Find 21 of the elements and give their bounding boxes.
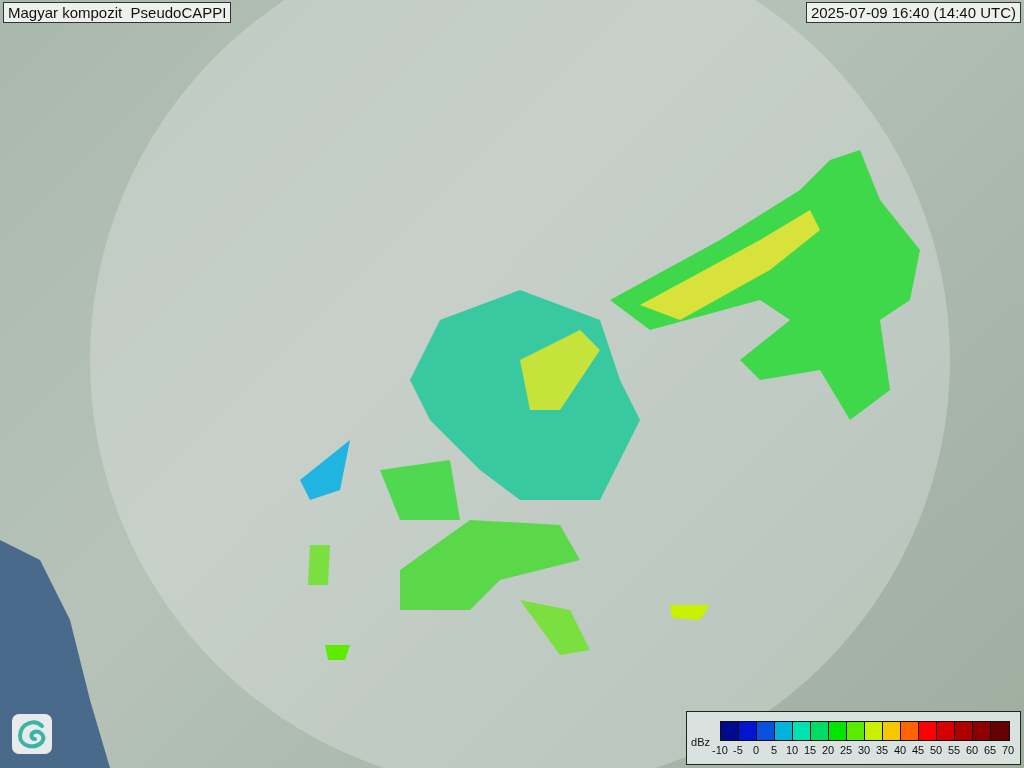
- tick-label: 70: [1000, 743, 1016, 756]
- tick-label: 35: [874, 743, 890, 756]
- tick-label: 60: [964, 743, 980, 756]
- tick-label: 15: [802, 743, 818, 756]
- tick-label: -10: [711, 743, 729, 756]
- tick-label: -5: [732, 743, 744, 756]
- timestamp: 2025-07-09 16:40 (14:40 UTC): [805, 2, 1021, 23]
- tick-label: 30: [856, 743, 872, 756]
- legend-unit: dBz: [691, 736, 710, 748]
- tick-label: 65: [982, 743, 998, 756]
- tick-label: 55: [946, 743, 962, 756]
- tick-label: 0: [751, 743, 761, 756]
- tick-label: 10: [784, 743, 800, 756]
- tick-label: 25: [838, 743, 854, 756]
- tick-label: 40: [892, 743, 908, 756]
- tick-label: 20: [820, 743, 836, 756]
- tick-label: 5: [769, 743, 779, 756]
- map-title: Magyar kompozit PseudoCAPPI: [3, 2, 232, 23]
- spiral-logo-icon: [12, 714, 52, 754]
- tick-label: 45: [910, 743, 926, 756]
- tick-label: 50: [928, 743, 944, 756]
